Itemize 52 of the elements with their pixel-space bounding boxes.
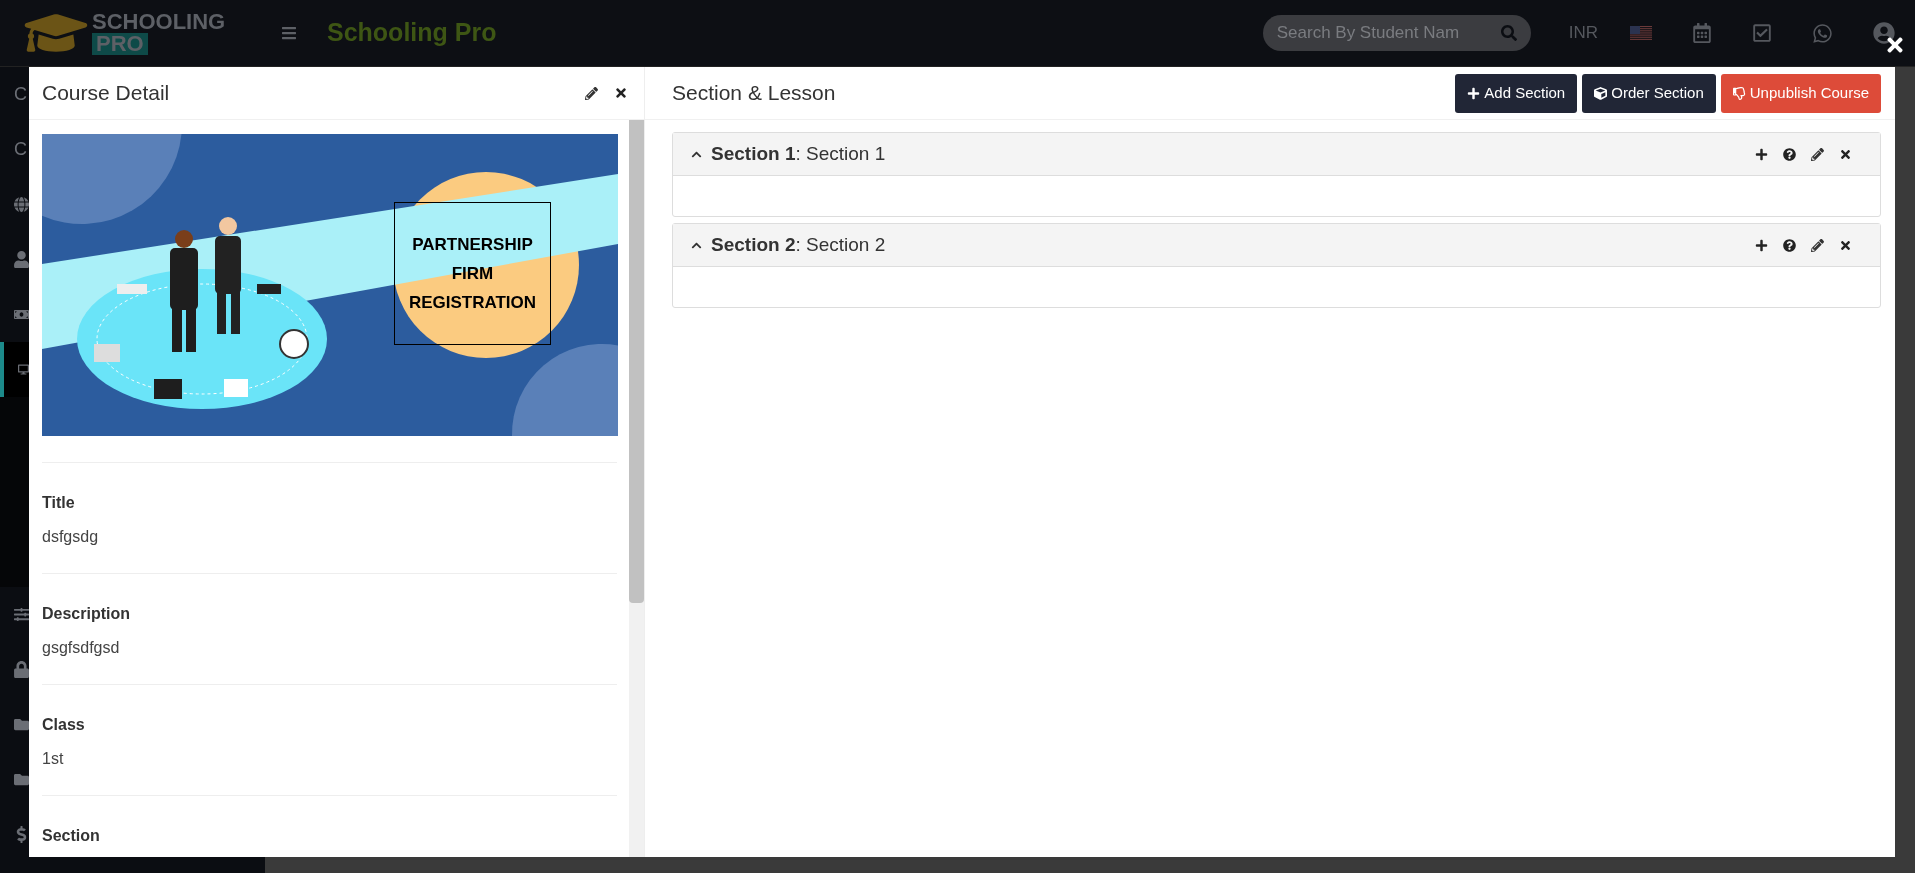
section-title: Section 2: Section 2 (711, 232, 887, 257)
plus-icon (1467, 86, 1481, 100)
app-title: Schooling Pro (327, 17, 497, 49)
globe-icon (14, 196, 29, 213)
currency-label[interactable]: INR (1568, 20, 1598, 46)
edit-icon[interactable] (1811, 147, 1824, 161)
logo-text: PRO (92, 33, 148, 55)
user-avatar-icon[interactable] (1873, 22, 1895, 44)
unpublish-course-button[interactable]: Unpublish Course (1720, 73, 1881, 113)
lock-icon (14, 661, 29, 678)
field-label: Description (42, 604, 131, 624)
edit-icon[interactable] (585, 86, 598, 100)
menu-icon[interactable] (281, 25, 297, 41)
delete-icon[interactable] (1839, 147, 1852, 161)
help-icon[interactable] (1783, 147, 1796, 161)
help-icon[interactable] (1783, 238, 1796, 252)
folder-icon (14, 771, 29, 788)
edit-icon[interactable] (1811, 238, 1824, 252)
sidebar-item[interactable]: C (0, 122, 29, 177)
banner-title: FIRM (451, 263, 494, 285)
banner-title: REGISTRATION (408, 292, 537, 314)
section-title: Section 1: Section 1 (711, 141, 887, 166)
logo-text: SCHOOLING (92, 11, 226, 33)
folder-icon (14, 716, 29, 733)
checkbox-icon[interactable] (1752, 23, 1772, 43)
dollar-icon (14, 826, 29, 843)
sidebar-item[interactable]: C (0, 67, 29, 122)
field-value: gsgfsdfgsd (42, 638, 121, 658)
scrollbar-thumb[interactable] (629, 120, 644, 603)
field-label: Title (42, 493, 76, 513)
add-section-button[interactable]: Add Section (1455, 73, 1578, 113)
calendar-icon[interactable] (1692, 23, 1712, 43)
sidebar-item[interactable] (0, 342, 29, 397)
user-icon (14, 251, 29, 268)
field-value: 1st (42, 749, 65, 769)
search-bar[interactable]: Search By Student Nam (1262, 15, 1531, 51)
delete-icon[interactable] (1839, 238, 1852, 252)
panel-title: Section & Lesson (672, 80, 837, 107)
sliders-icon (14, 606, 29, 623)
panel-title: Course Detail (42, 80, 170, 107)
field-label: Section (42, 826, 101, 846)
add-icon[interactable] (1755, 147, 1768, 161)
whatsapp-icon[interactable] (1812, 22, 1833, 44)
order-section-button[interactable]: Order Section (1582, 73, 1716, 113)
cube-icon (1594, 86, 1608, 100)
search-field[interactable]: Search By Student Nam (1276, 20, 1493, 46)
add-icon[interactable] (1755, 238, 1768, 252)
close-icon[interactable] (614, 86, 628, 100)
banner-title: PARTNERSHIP (412, 234, 533, 256)
thumbs-down-icon (1732, 86, 1746, 100)
field-value: dsfgsdg (42, 527, 100, 547)
field-label: Class (42, 715, 86, 735)
